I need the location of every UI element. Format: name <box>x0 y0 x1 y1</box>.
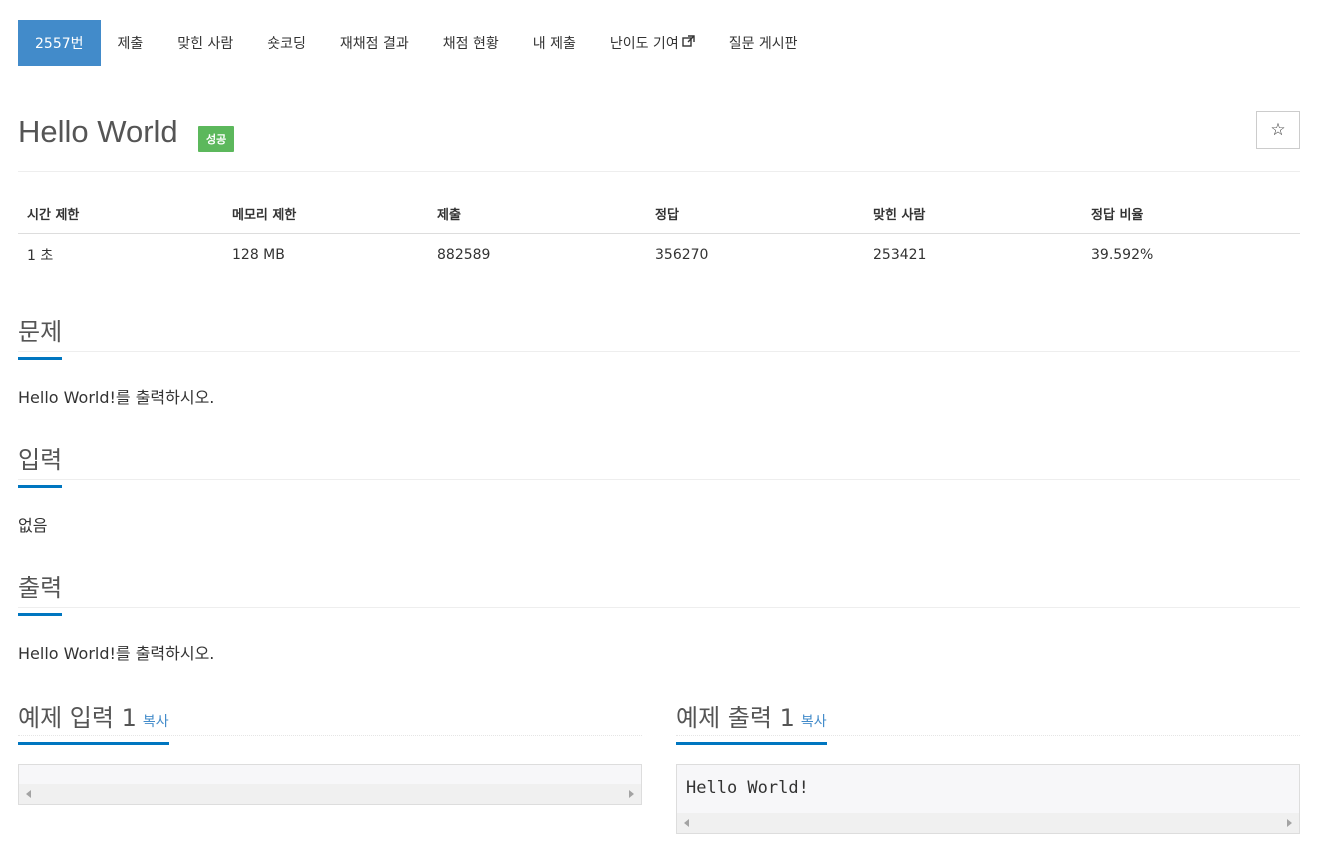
problem-nav-tabs: 2557번 제출 맞힌 사람 숏코딩 재채점 결과 채점 현황 내 제출 난이도… <box>18 20 815 66</box>
description-text: Hello World!를 출력하시오. <box>18 388 215 407</box>
output-title: 출력 <box>18 568 63 616</box>
input-text: 없음 <box>18 516 48 535</box>
value-submissions: 882589 <box>437 247 491 263</box>
input-title: 입력 <box>18 440 63 488</box>
table-row: 1 초 128 MB 882589 356270 253421 39.592% <box>18 234 1300 277</box>
tab-my-submissions[interactable]: 내 제출 <box>516 20 593 66</box>
output-text: Hello World!를 출력하시오. <box>18 644 215 663</box>
header-time-limit: 시간 제한 <box>18 194 223 234</box>
sample-output-scrollbar[interactable] <box>677 813 1299 833</box>
scroll-left-arrow-icon[interactable] <box>26 790 31 798</box>
external-link-icon <box>682 35 695 51</box>
value-time-limit: 1 초 <box>27 248 54 264</box>
header-submissions: 제출 <box>428 194 646 234</box>
scroll-right-arrow-icon[interactable] <box>1287 819 1292 827</box>
sample-output-title: 예제 출력 1 복사 <box>676 698 827 745</box>
value-solved-users: 253421 <box>873 247 927 263</box>
scroll-right-arrow-icon[interactable] <box>629 790 634 798</box>
header-solved-users: 맞힌 사람 <box>864 194 1082 234</box>
copy-sample-output-link[interactable]: 복사 <box>801 714 827 730</box>
header-accept-ratio: 정답 비율 <box>1082 194 1300 234</box>
sample-input-title: 예제 입력 1 복사 <box>18 698 169 745</box>
value-accepted: 356270 <box>655 247 709 263</box>
status-badge: 성공 <box>198 126 235 152</box>
sample-input-box <box>18 764 642 805</box>
header-memory-limit: 메모리 제한 <box>223 194 428 234</box>
sample-input-header: 예제 입력 1 복사 <box>18 698 642 745</box>
problem-header: Hello World 성공 ☆ <box>18 110 1300 172</box>
sample-output-header: 예제 출력 1 복사 <box>676 698 1300 745</box>
header-accepted: 정답 <box>646 194 864 234</box>
sample-output-label: 예제 출력 1 <box>676 704 795 732</box>
tab-judge-status[interactable]: 채점 현황 <box>426 20 516 66</box>
favorite-star-button[interactable]: ☆ <box>1256 111 1300 149</box>
tab-rejudge-results[interactable]: 재채점 결과 <box>323 20 426 66</box>
value-accept-ratio: 39.592% <box>1091 247 1154 263</box>
input-section-header: 입력 <box>18 440 1300 488</box>
tab-short-coding[interactable]: 숏코딩 <box>250 20 323 66</box>
sample-output-content: Hello World! <box>686 778 809 798</box>
description-section-header: 문제 <box>18 312 1300 360</box>
description-title: 문제 <box>18 312 63 360</box>
tab-difficulty-contribution[interactable]: 난이도 기여 <box>593 20 712 66</box>
problem-title: Hello World <box>18 114 178 149</box>
problem-info-table: 시간 제한 메모리 제한 제출 정답 맞힌 사람 정답 비율 1 초 128 M… <box>18 194 1300 276</box>
tab-problem[interactable]: 2557번 <box>18 20 101 66</box>
value-memory-limit: 128 MB <box>232 247 285 263</box>
star-icon: ☆ <box>1270 120 1286 140</box>
sample-input-label: 예제 입력 1 <box>18 704 137 732</box>
tab-solved-users[interactable]: 맞힌 사람 <box>160 20 250 66</box>
scroll-left-arrow-icon[interactable] <box>684 819 689 827</box>
copy-sample-input-link[interactable]: 복사 <box>143 714 169 730</box>
tab-submit[interactable]: 제출 <box>101 20 161 66</box>
tab-qna-board[interactable]: 질문 게시판 <box>712 20 815 66</box>
tab-difficulty-label: 난이도 기여 <box>609 36 679 52</box>
sample-input-scrollbar[interactable] <box>19 784 641 804</box>
sample-output-box: Hello World! <box>676 764 1300 834</box>
output-section-header: 출력 <box>18 568 1300 616</box>
